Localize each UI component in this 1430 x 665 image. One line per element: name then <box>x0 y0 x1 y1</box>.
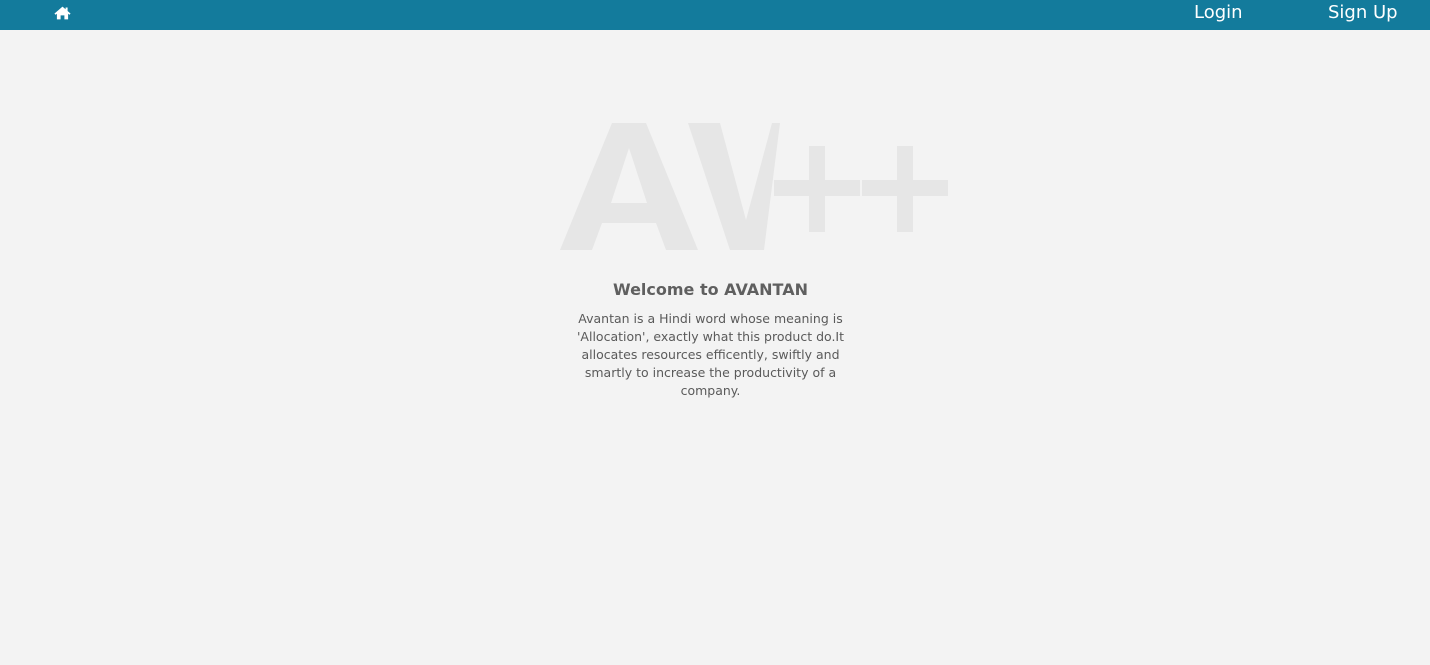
welcome-description: Avantan is a Hindi word whose meaning is… <box>576 311 845 398</box>
signup-link[interactable]: Sign Up <box>1328 3 1398 23</box>
hero-logo <box>558 108 958 258</box>
login-link[interactable]: Login <box>1194 3 1243 23</box>
welcome-title: Welcome to AVANTAN <box>612 280 808 299</box>
top-navbar: Login Sign Up <box>0 0 1430 30</box>
home-button[interactable] <box>54 6 72 22</box>
home-icon <box>54 6 72 20</box>
